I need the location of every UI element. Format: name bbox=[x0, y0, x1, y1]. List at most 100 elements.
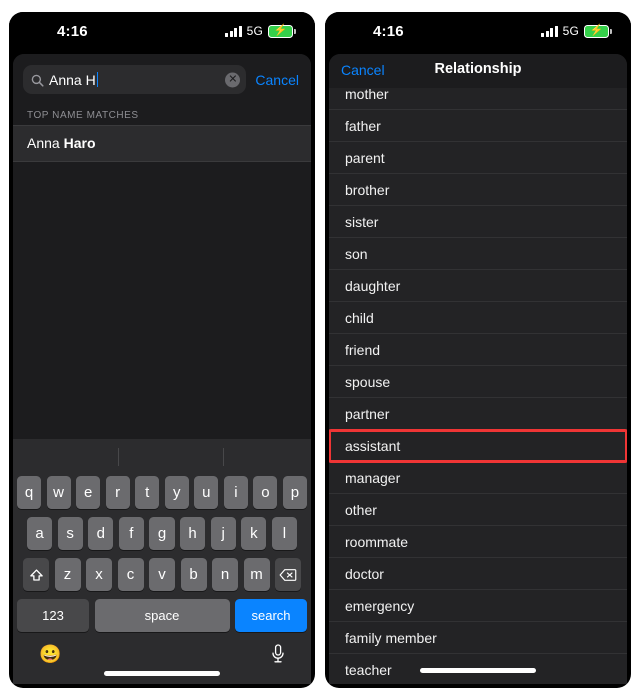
key-o[interactable]: o bbox=[253, 476, 278, 509]
list-item[interactable]: mother bbox=[329, 88, 627, 110]
list-item-label: parent bbox=[345, 150, 385, 166]
key-u[interactable]: u bbox=[194, 476, 219, 509]
key-h[interactable]: h bbox=[180, 517, 206, 550]
numbers-key[interactable]: 123 bbox=[17, 599, 89, 632]
key-i[interactable]: i bbox=[223, 476, 248, 509]
key-x[interactable]: x bbox=[86, 558, 112, 591]
list-item-label: friend bbox=[345, 342, 381, 358]
key-d[interactable]: d bbox=[88, 517, 114, 550]
status-time: 4:16 bbox=[57, 23, 88, 40]
key-v[interactable]: v bbox=[149, 558, 175, 591]
space-key[interactable]: space bbox=[94, 599, 230, 632]
predictive-divider bbox=[223, 448, 224, 466]
list-item[interactable]: Anna Haro bbox=[13, 125, 311, 162]
key-y[interactable]: y bbox=[164, 476, 189, 509]
key-z[interactable]: z bbox=[54, 558, 81, 591]
text-cursor bbox=[96, 72, 99, 87]
key-k[interactable]: k bbox=[241, 517, 267, 550]
keyboard-row-3: z x c v b n m bbox=[13, 558, 311, 591]
status-time: 4:16 bbox=[373, 23, 404, 40]
search-cancel-button[interactable]: Cancel bbox=[255, 72, 301, 88]
status-bar-right: 4:16 5G ⚡ bbox=[325, 12, 631, 54]
cellular-signal-icon bbox=[225, 25, 242, 37]
list-item[interactable]: son bbox=[329, 238, 627, 270]
keyboard-row-1: q w e r t y u i o p bbox=[13, 476, 311, 509]
search-key[interactable]: search bbox=[235, 599, 307, 632]
key-e[interactable]: e bbox=[76, 476, 101, 509]
list-item-label: doctor bbox=[345, 566, 384, 582]
result-name-prefix: Anna bbox=[27, 135, 64, 151]
key-g[interactable]: g bbox=[149, 517, 175, 550]
list-item[interactable]: spouse bbox=[329, 366, 627, 398]
list-item[interactable]: father bbox=[329, 110, 627, 142]
home-indicator[interactable] bbox=[104, 671, 220, 676]
key-a[interactable]: a bbox=[27, 517, 53, 550]
relationship-sheet: Cancel Relationship mother father parent br… bbox=[329, 54, 627, 684]
key-b[interactable]: b bbox=[180, 558, 207, 591]
home-indicator[interactable] bbox=[420, 668, 536, 673]
key-f[interactable]: f bbox=[118, 517, 144, 550]
clear-text-icon[interactable]: ✕ bbox=[225, 72, 241, 87]
key-m[interactable]: m bbox=[243, 558, 270, 591]
key-j[interactable]: j bbox=[210, 517, 236, 550]
list-item-label: son bbox=[345, 246, 368, 262]
virtual-keyboard: q w e r t y u i o p a s d f g h j k l z … bbox=[13, 439, 311, 684]
list-item[interactable]: assistant bbox=[329, 429, 627, 463]
key-w[interactable]: w bbox=[46, 476, 71, 509]
list-item[interactable]: manager bbox=[329, 462, 627, 494]
key-t[interactable]: t bbox=[135, 476, 160, 509]
key-r[interactable]: r bbox=[105, 476, 130, 509]
status-indicators: 5G ⚡ bbox=[225, 23, 296, 39]
list-item[interactable]: emergency bbox=[329, 590, 627, 622]
battery-charging-icon: ⚡ bbox=[268, 24, 296, 38]
result-name-match: Haro bbox=[63, 135, 96, 151]
list-item[interactable]: family member bbox=[329, 622, 627, 654]
key-s[interactable]: s bbox=[57, 517, 83, 550]
list-item[interactable]: child bbox=[329, 302, 627, 334]
key-p[interactable]: p bbox=[282, 476, 307, 509]
list-item[interactable]: brother bbox=[329, 174, 627, 206]
status-bar-left: 4:16 5G ⚡ bbox=[9, 12, 315, 54]
list-item[interactable]: daughter bbox=[329, 270, 627, 302]
list-item-label: child bbox=[345, 310, 374, 326]
list-item[interactable]: doctor bbox=[329, 558, 627, 590]
list-item-label: spouse bbox=[345, 374, 391, 390]
backspace-delete-icon[interactable] bbox=[275, 558, 301, 591]
search-bar: Anna H ✕ Cancel bbox=[13, 54, 311, 104]
predictive-text-bar[interactable] bbox=[13, 439, 311, 476]
battery-charging-icon: ⚡ bbox=[584, 24, 612, 38]
list-item[interactable]: parent bbox=[329, 142, 627, 174]
list-item-label: father bbox=[345, 118, 381, 134]
list-item[interactable]: other bbox=[329, 494, 627, 526]
predictive-divider bbox=[118, 448, 119, 466]
list-item-label: other bbox=[345, 502, 377, 518]
list-item-label: teacher bbox=[345, 662, 392, 678]
status-indicators: 5G ⚡ bbox=[541, 23, 612, 39]
network-type-label: 5G bbox=[562, 24, 579, 38]
key-c[interactable]: c bbox=[117, 558, 144, 591]
list-item-label: brother bbox=[345, 182, 390, 198]
list-item-label: partner bbox=[345, 406, 390, 422]
cellular-signal-icon bbox=[541, 25, 558, 37]
list-item[interactable]: sister bbox=[329, 206, 627, 238]
key-q[interactable]: q bbox=[17, 476, 42, 509]
list-item-label: roommate bbox=[345, 534, 409, 550]
microphone-icon[interactable] bbox=[271, 644, 285, 664]
keyboard-bottom-bar: 😀 bbox=[13, 640, 311, 684]
emoji-smiley-icon[interactable]: 😀 bbox=[39, 644, 61, 665]
screenshot-stage: 4:16 5G ⚡ Anna H ✕ Cancel TOP NAME MATCH… bbox=[0, 0, 640, 700]
list-item[interactable]: roommate bbox=[329, 526, 627, 558]
list-item-label: manager bbox=[345, 470, 401, 486]
keyboard-row-2: a s d f g h j k l bbox=[13, 517, 311, 550]
list-item[interactable]: friend bbox=[329, 334, 627, 366]
left-phone-screen: 4:16 5G ⚡ Anna H ✕ Cancel TOP NAME MATCH… bbox=[9, 12, 315, 688]
right-phone-screen: 4:16 5G ⚡ Cancel Relationship mother fath… bbox=[325, 12, 631, 688]
search-input[interactable]: Anna H ✕ bbox=[23, 65, 247, 94]
list-item[interactable]: partner bbox=[329, 398, 627, 430]
relationship-list[interactable]: mother father parent brother sister son daught… bbox=[329, 88, 627, 684]
key-l[interactable]: l bbox=[271, 517, 297, 550]
shift-arrow-icon[interactable] bbox=[23, 558, 49, 591]
key-n[interactable]: n bbox=[212, 558, 238, 591]
list-item-label: assistant bbox=[345, 438, 401, 454]
list-item-label: mother bbox=[345, 88, 389, 102]
